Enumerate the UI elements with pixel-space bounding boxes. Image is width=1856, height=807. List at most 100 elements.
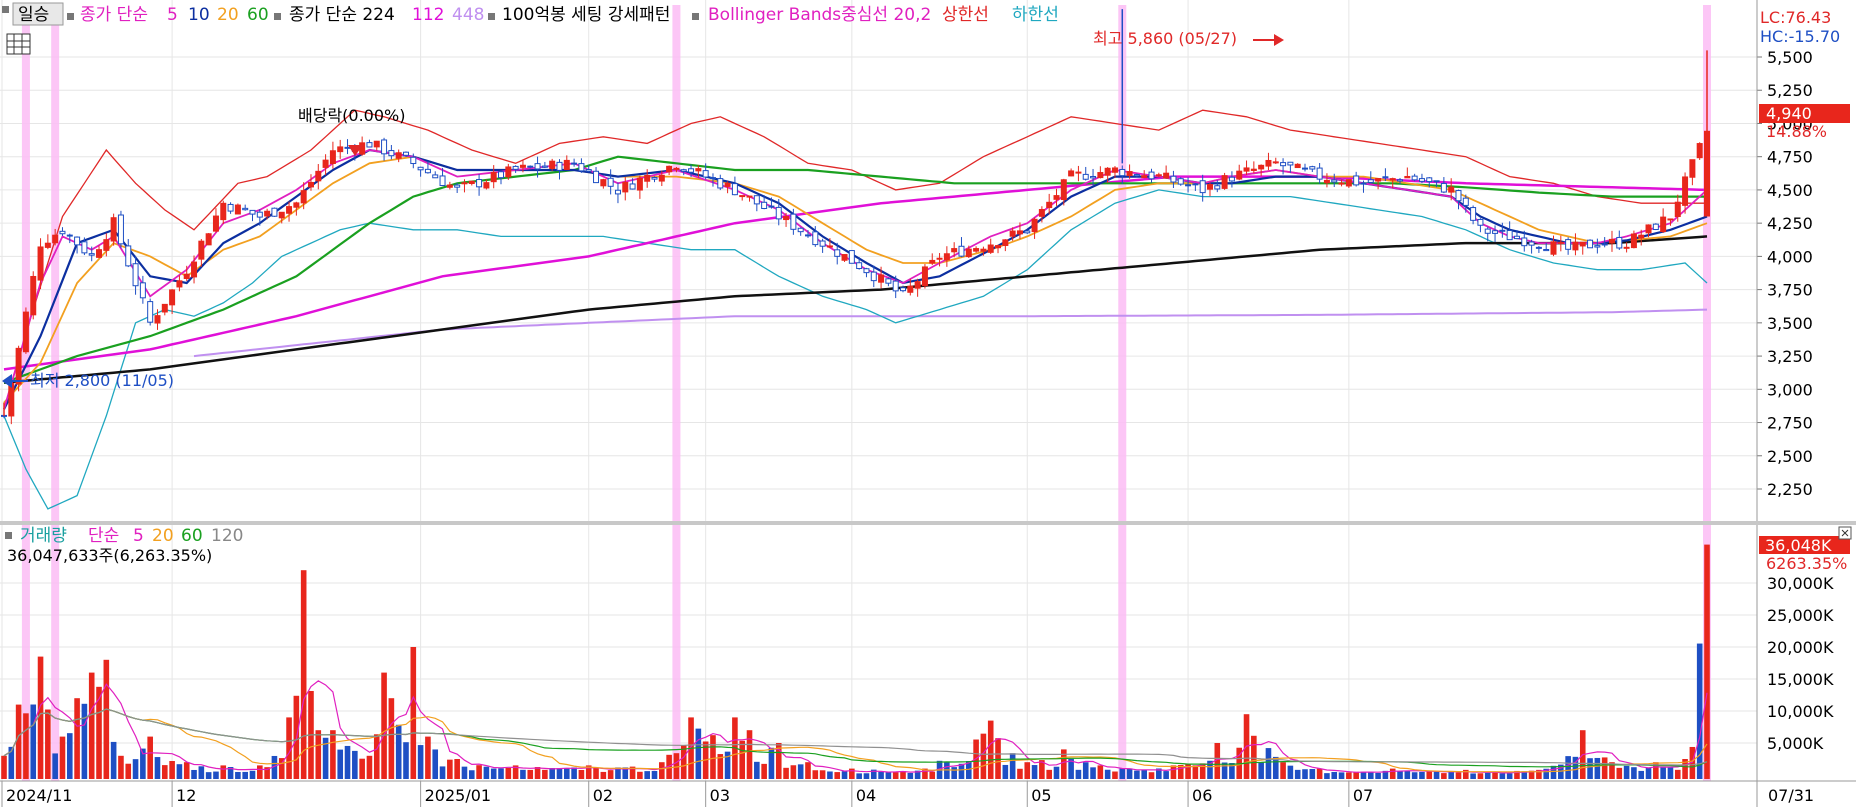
candle-body (439, 175, 446, 187)
candle-body (344, 146, 351, 149)
candle-body (432, 174, 439, 179)
candle-body (965, 248, 972, 258)
volume-bar (1, 755, 7, 779)
volume-bar (1031, 765, 1038, 779)
candle-body (1397, 179, 1404, 182)
candle-body (1440, 182, 1447, 193)
volume-bar (754, 761, 760, 779)
candle-body (695, 168, 702, 172)
volume-bar (468, 770, 475, 779)
volume-bar (352, 750, 358, 779)
volume-tick-label: 20,000K (1767, 638, 1834, 657)
volume-bar (710, 735, 716, 779)
ma-label[interactable]: 종가 단순 (80, 5, 148, 25)
candle-body (1587, 239, 1594, 249)
bb-lower-label[interactable]: 하한선 (1012, 5, 1059, 25)
candle-body (629, 183, 636, 190)
lc-label: LC:76.43 (1760, 8, 1831, 27)
x-tick-label: 06 (1192, 786, 1212, 805)
volume-bar (593, 767, 599, 779)
close-icon[interactable] (1838, 526, 1852, 540)
candle-body (1572, 241, 1579, 251)
candle-body (183, 273, 190, 279)
ma10-label[interactable]: 10 (188, 5, 210, 25)
x-tick-label: 03 (710, 786, 730, 805)
price-tick-label: 3,750 (1767, 281, 1813, 300)
table-icon[interactable] (6, 33, 31, 55)
candle-body (921, 266, 928, 287)
volume-bar (797, 764, 804, 779)
candle-body (527, 165, 534, 168)
ma224-label[interactable]: 종가 단순 224 (289, 5, 395, 25)
candle-body (1652, 223, 1659, 230)
candle-body (1455, 190, 1462, 202)
candle-body (22, 311, 29, 353)
volume-bar (198, 766, 205, 779)
candle-body (66, 234, 73, 237)
volume-bar (534, 767, 541, 779)
candle-body (768, 205, 775, 208)
volume-bar (74, 698, 80, 779)
pane-separator[interactable] (0, 521, 1856, 525)
candle-body (1331, 179, 1338, 183)
volume-title[interactable]: 거래량 (20, 526, 67, 546)
ma5-label[interactable]: 5 (167, 5, 178, 25)
bb-upper-label[interactable]: 상한선 (942, 5, 989, 25)
candle-body (402, 151, 409, 156)
ma60-label[interactable]: 60 (247, 5, 269, 25)
ma448-label[interactable]: 448 (452, 5, 484, 25)
volume-bar (680, 745, 687, 779)
legend-square-icon (67, 13, 74, 20)
candle-body (454, 184, 461, 188)
pattern-label[interactable]: 100억봉 세팅 강세패턴 (502, 5, 670, 25)
candle-body (1594, 245, 1601, 248)
candle-body (1660, 216, 1667, 233)
candle-body (607, 177, 614, 187)
candle-body (1682, 176, 1689, 206)
candle-body (534, 163, 541, 170)
ma20-label[interactable]: 20 (217, 5, 239, 25)
vol-ma20-label[interactable]: 20 (152, 526, 174, 546)
volume-bar (1075, 769, 1082, 779)
ma112-label[interactable]: 112 (412, 5, 444, 25)
vol-ma120-label[interactable]: 120 (211, 526, 243, 546)
candle-body (1068, 170, 1075, 177)
volume-bar (235, 771, 241, 779)
candle-body (1418, 178, 1425, 182)
candle-body (943, 253, 950, 261)
candle-body (410, 156, 417, 165)
candle-body (110, 217, 117, 242)
price-tag-label: 4,940 (1766, 104, 1812, 123)
candle-body (995, 245, 1002, 249)
candle-body (688, 168, 695, 173)
candle-body (666, 165, 673, 173)
volume-bar (490, 768, 497, 779)
candle-body (739, 195, 746, 198)
candle-body (249, 209, 256, 215)
candle-body (1353, 175, 1360, 186)
volume-bar (746, 730, 753, 779)
candle-body (1674, 201, 1681, 218)
volume-ma-label[interactable]: 단순 (88, 526, 119, 546)
legend-square-icon (488, 13, 495, 20)
candle-body (198, 240, 205, 260)
volume-bar (1477, 773, 1484, 779)
volume-bar (483, 766, 490, 779)
volume-bar (1594, 757, 1601, 779)
volume-bar (819, 770, 826, 779)
volume-bar (1046, 769, 1052, 779)
volume-bar (520, 769, 526, 779)
volume-bar (1148, 772, 1155, 779)
candle-body (468, 180, 475, 185)
bollinger-label[interactable]: Bollinger Bands중심선 20,2 (708, 5, 931, 25)
vol-ma5-label[interactable]: 5 (133, 526, 144, 546)
legend-square-icon (2, 6, 9, 13)
vol-ma60-label[interactable]: 60 (181, 526, 203, 546)
candle-body (571, 162, 578, 165)
volume-bar (929, 771, 936, 779)
volume-bar (651, 770, 658, 779)
volume-tick-label: 15,000K (1767, 670, 1834, 689)
volume-bar (1192, 765, 1199, 779)
candle-body (702, 170, 709, 178)
pct-tag-label: 14.88% (1766, 122, 1827, 141)
